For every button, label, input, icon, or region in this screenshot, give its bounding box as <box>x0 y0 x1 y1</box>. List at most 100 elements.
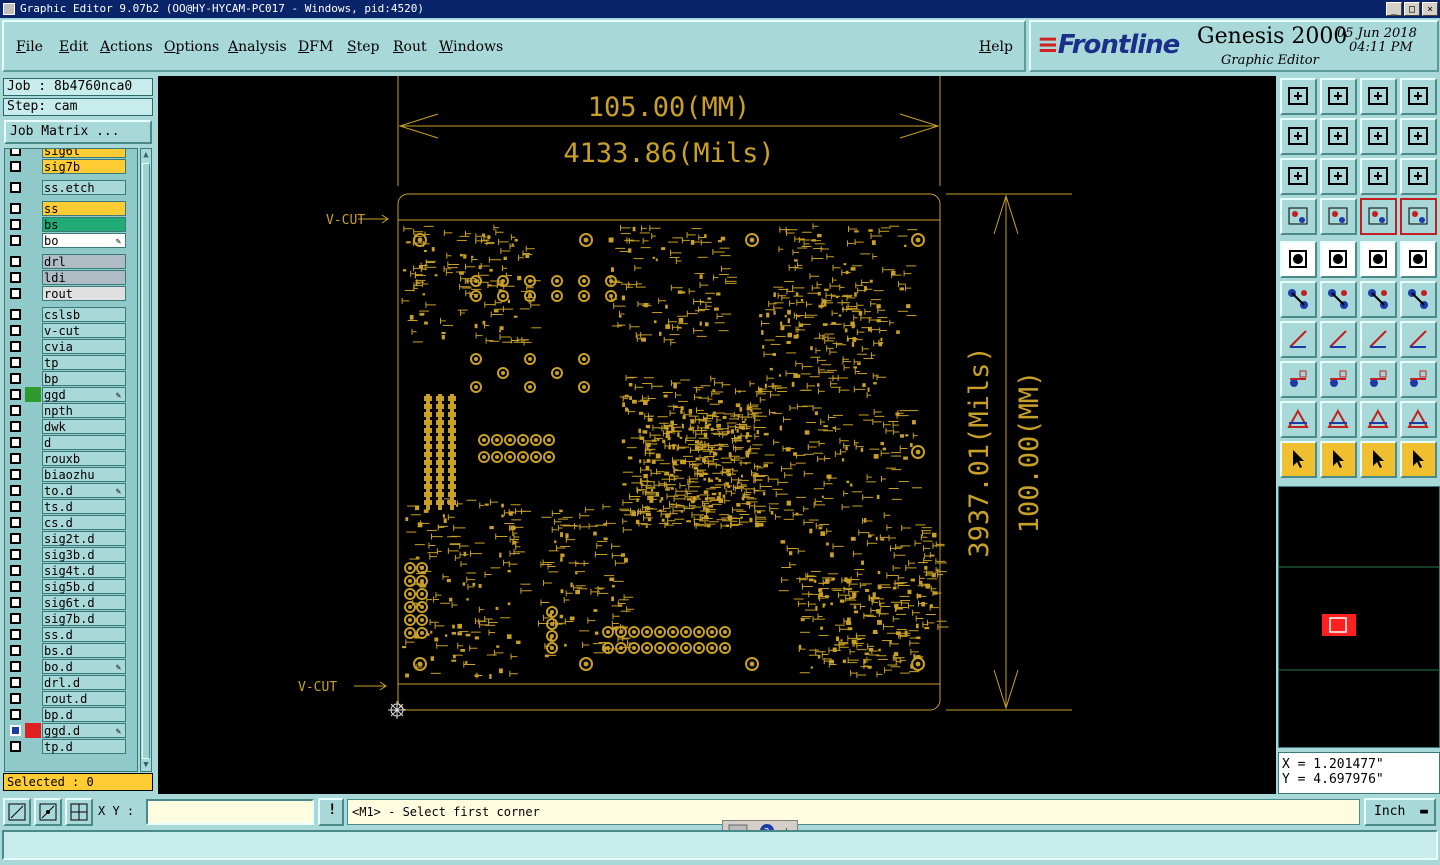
layer-checkbox[interactable] <box>10 469 21 480</box>
layer-checkbox[interactable] <box>10 149 21 156</box>
zoom-area-icon[interactable] <box>3 798 31 826</box>
layer-color-swatch[interactable] <box>25 723 41 738</box>
layer-checkbox[interactable] <box>10 533 21 544</box>
app-icon[interactable] <box>3 3 15 15</box>
layer-color-swatch[interactable] <box>25 149 41 158</box>
menu-step[interactable]: Step <box>347 39 379 55</box>
layer-checkbox[interactable] <box>10 203 21 214</box>
route-icon[interactable] <box>1400 441 1437 478</box>
scroll-up-icon[interactable]: ▲ <box>141 149 151 161</box>
layer-color-swatch[interactable] <box>25 403 41 418</box>
layer-checkbox[interactable] <box>10 309 21 320</box>
layer-name[interactable]: cvia <box>42 339 126 354</box>
shape-tool-icon[interactable] <box>1320 241 1357 278</box>
layer-row-sig4t-d[interactable]: sig4t.d <box>7 563 127 578</box>
cut-line-icon[interactable] <box>1320 361 1357 398</box>
layer-color-swatch[interactable] <box>25 627 41 642</box>
layer-row-bs[interactable]: bs <box>7 217 127 232</box>
layer-row-cvia[interactable]: cvia <box>7 339 127 354</box>
layer-row-ggd[interactable]: ggd ✎ <box>7 387 127 402</box>
layer-checkbox[interactable] <box>10 709 21 720</box>
slash-icon[interactable] <box>1320 321 1357 358</box>
triangle-a-icon[interactable] <box>1320 401 1357 438</box>
layer-row-cslsb[interactable]: cslsb <box>7 307 127 322</box>
window-split-icon[interactable] <box>1400 78 1437 115</box>
layer-color-swatch[interactable] <box>25 707 41 722</box>
layer-checkbox[interactable] <box>10 613 21 624</box>
layer-checkbox[interactable] <box>10 272 21 283</box>
layer-color-swatch[interactable] <box>25 307 41 322</box>
menu-analysis[interactable]: Analysis <box>228 39 287 55</box>
layer-row-sig7b-d[interactable]: sig7b.d <box>7 611 127 626</box>
zoom-ratio-icon[interactable] <box>1360 158 1397 195</box>
layer-name[interactable]: bo ✎ <box>42 233 126 248</box>
layer-checkbox[interactable] <box>10 373 21 384</box>
layer-color-swatch[interactable] <box>25 563 41 578</box>
layer-name[interactable]: dwk <box>42 419 126 434</box>
layer-color-swatch[interactable] <box>25 739 41 754</box>
scroll-down-icon[interactable]: ▼ <box>141 759 151 771</box>
layer-name[interactable]: sig2t.d <box>42 531 126 546</box>
layer-checkbox[interactable] <box>10 389 21 400</box>
prev-step-icon[interactable] <box>1280 118 1317 155</box>
layer-name[interactable]: sig6t <box>42 149 126 158</box>
maximize-button[interactable]: □ <box>1404 2 1420 16</box>
open-job-icon[interactable] <box>1280 78 1317 115</box>
menu-file[interactable]: File <box>16 39 43 55</box>
layer-color-swatch[interactable] <box>25 355 41 370</box>
layer-row-sig3b-d[interactable]: sig3b.d <box>7 547 127 562</box>
layer-name[interactable]: drl <box>42 254 126 269</box>
resize-icon[interactable] <box>1360 361 1397 398</box>
layer-checkbox[interactable] <box>10 182 21 193</box>
menu-actions[interactable]: Actions <box>100 39 153 55</box>
layer-checkbox[interactable] <box>10 437 21 448</box>
layer-row-drl-d[interactable]: drl.d <box>7 675 127 690</box>
layer-checkbox[interactable] <box>10 453 21 464</box>
layer-name[interactable]: cs.d <box>42 515 126 530</box>
redo-icon[interactable] <box>1400 118 1437 155</box>
symbol-icon[interactable] <box>1400 361 1437 398</box>
layer-color-swatch[interactable] <box>25 323 41 338</box>
xy-input[interactable] <box>146 799 314 825</box>
layer-name[interactable]: ggd ✎ <box>42 387 126 402</box>
layer-row-ldi[interactable]: ldi <box>7 270 127 285</box>
layer-name[interactable]: npth <box>42 403 126 418</box>
layer-name[interactable]: biaozhu <box>42 467 126 482</box>
layer-row-ss-d[interactable]: ss.d <box>7 627 127 642</box>
text-feature-icon[interactable] <box>1400 321 1437 358</box>
undo-icon[interactable] <box>1360 118 1397 155</box>
layer-row-tp-d[interactable]: tp.d <box>7 739 127 754</box>
layer-row-sig5b-d[interactable]: sig5b.d <box>7 579 127 594</box>
layer-row-cs-d[interactable]: cs.d <box>7 515 127 530</box>
layer-color-swatch[interactable] <box>25 180 41 195</box>
layer-name[interactable]: v-cut <box>42 323 126 338</box>
layer-color-swatch[interactable] <box>25 579 41 594</box>
layer-name[interactable]: ts.d <box>42 499 126 514</box>
layer-scrollbar[interactable]: ▲ ▼ <box>140 148 152 772</box>
net-icon[interactable] <box>1280 281 1317 318</box>
layer-name[interactable]: sig5b.d <box>42 579 126 594</box>
layer-color-swatch[interactable] <box>25 483 41 498</box>
job-matrix-button[interactable]: Job Matrix ... <box>4 120 152 144</box>
layer-name[interactable]: bo.d ✎ <box>42 659 126 674</box>
layer-row-ts-d[interactable]: ts.d <box>7 499 127 514</box>
layer-row-d[interactable]: d <box>7 435 127 450</box>
layer-name[interactable]: rout <box>42 286 126 301</box>
graphic-canvas[interactable]: 105.00(MM) 4133.86(Mils) V-CUT V-CUT 393… <box>158 76 1276 794</box>
layer-name[interactable]: sig6t.d <box>42 595 126 610</box>
layer-checkbox[interactable] <box>10 645 21 656</box>
layer-row-sig6t-d[interactable]: sig6t.d <box>7 595 127 610</box>
layer-checkbox[interactable] <box>10 725 21 736</box>
menu-edit[interactable]: Edit <box>59 39 88 55</box>
menu-windows[interactable]: Windows <box>439 39 503 55</box>
layer-name[interactable]: rout.d <box>42 691 126 706</box>
layer-name[interactable]: ss.d <box>42 627 126 642</box>
layer-name[interactable]: sig7b.d <box>42 611 126 626</box>
layer-checkbox[interactable] <box>10 288 21 299</box>
layer-row-dwk[interactable]: dwk <box>7 419 127 434</box>
measure-icon[interactable] <box>1280 198 1317 235</box>
layer-name[interactable]: sig4t.d <box>42 563 126 578</box>
layer-color-swatch[interactable] <box>25 691 41 706</box>
layer-name[interactable]: to.d ✎ <box>42 483 126 498</box>
layer-row-drl[interactable]: drl <box>7 254 127 269</box>
